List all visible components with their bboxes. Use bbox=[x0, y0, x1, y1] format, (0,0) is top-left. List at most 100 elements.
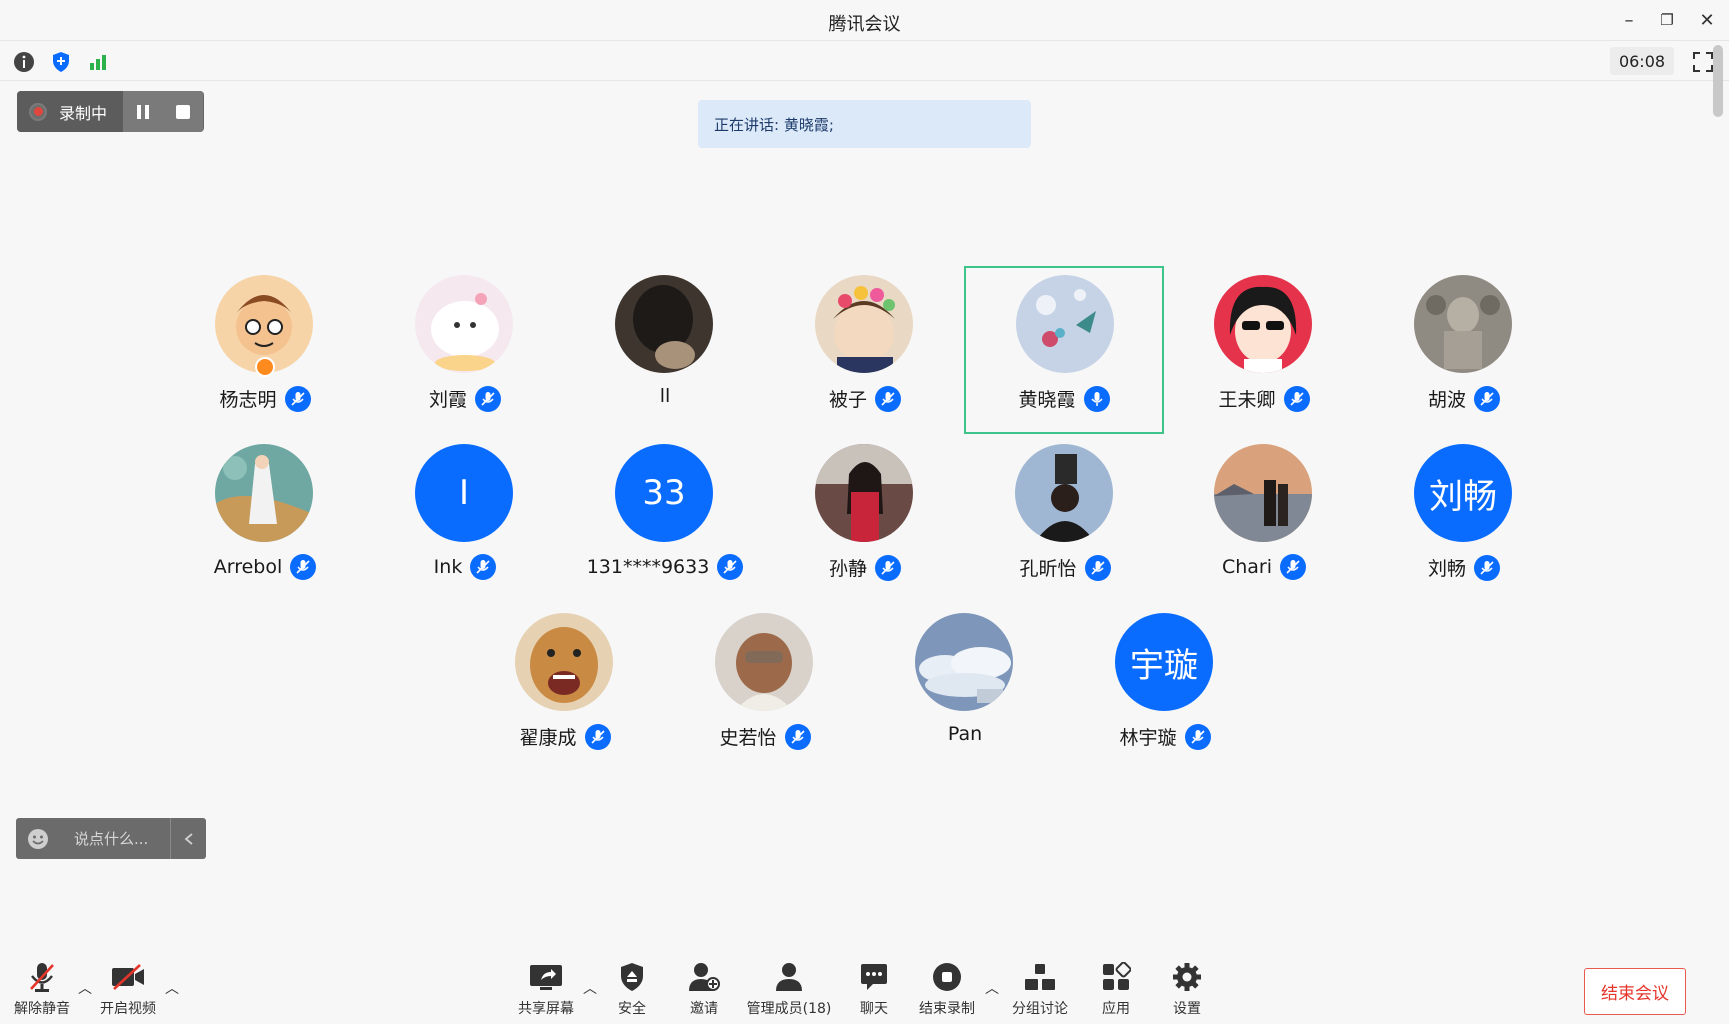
apps-button[interactable]: 应用 bbox=[1096, 960, 1136, 1020]
video-options-button[interactable]: ︿ bbox=[164, 978, 180, 998]
settings-label: 设置 bbox=[1173, 1001, 1201, 1017]
end-recording-button[interactable]: 结束录制 bbox=[916, 960, 978, 1020]
participant-tile[interactable]: 被子 bbox=[765, 267, 965, 435]
avatar bbox=[515, 613, 613, 711]
mic-muted-icon bbox=[784, 723, 811, 750]
camera-off-icon bbox=[112, 964, 144, 990]
participant-tile[interactable]: 胡波 bbox=[1364, 267, 1564, 435]
speaking-text: 正在讲话: 黄晓霞; bbox=[714, 115, 834, 134]
invite-button[interactable]: 邀请 bbox=[684, 960, 724, 1020]
mic-muted-icon bbox=[717, 554, 744, 580]
participant-tile[interactable]: Chari bbox=[1164, 436, 1364, 604]
speaking-banner: 正在讲话: 黄晓霞; bbox=[698, 100, 1031, 148]
participant-name-bar: Ink bbox=[365, 554, 565, 580]
settings-button[interactable]: 设置 bbox=[1167, 960, 1207, 1020]
participant-name-bar: 史若怡 bbox=[665, 723, 865, 750]
participant-tile[interactable]: 33 131****9633 bbox=[565, 436, 765, 604]
participant-tile[interactable]: 翟康成 bbox=[465, 605, 665, 773]
chevron-left-icon bbox=[184, 832, 193, 845]
participant-name: Arrebol bbox=[213, 556, 283, 578]
participant-name-bar: Chari bbox=[1164, 554, 1364, 580]
participant-tile[interactable]: Arrebol bbox=[165, 436, 365, 604]
participant-name-bar: 孙静 bbox=[765, 554, 965, 581]
mic-muted-icon bbox=[1184, 723, 1211, 750]
recording-status: 录制中 bbox=[17, 91, 123, 132]
restore-button[interactable]: ❐ bbox=[1654, 8, 1680, 32]
mic-muted-icon bbox=[284, 385, 311, 412]
participant-tile[interactable]: 史若怡 bbox=[665, 605, 865, 773]
mic-muted-icon bbox=[1283, 385, 1310, 412]
mic-muted-icon bbox=[290, 554, 317, 580]
participant-tile[interactable]: 杨志明 bbox=[165, 267, 365, 435]
host-badge-icon bbox=[255, 357, 275, 377]
recording-dot-icon bbox=[29, 102, 47, 121]
mic-muted-icon bbox=[1474, 385, 1500, 412]
breakout-rooms-label: 分组讨论 bbox=[1012, 1001, 1068, 1017]
participant-name: 林宇璇 bbox=[1119, 727, 1177, 749]
participant-name: 黄晓霞 bbox=[1018, 389, 1076, 411]
participant-tile[interactable]: 孔昕怡 bbox=[965, 436, 1165, 604]
chevron-up-icon: ︿ bbox=[78, 981, 92, 997]
apps-icon bbox=[1103, 962, 1131, 990]
participant-name: 131****9633 bbox=[586, 556, 710, 578]
avatar bbox=[1214, 275, 1312, 373]
chat-input[interactable]: 说点什么... bbox=[60, 828, 170, 849]
participant-tile[interactable]: 刘霞 bbox=[365, 267, 565, 435]
chevron-up-icon: ︿ bbox=[583, 981, 597, 997]
network-status-button[interactable] bbox=[86, 49, 112, 75]
avatar bbox=[915, 613, 1013, 711]
recording-label: 录制中 bbox=[59, 103, 108, 123]
participant-tile[interactable]: 宇璇 林宇璇 bbox=[1065, 605, 1265, 773]
manage-members-label: 管理成员(18) bbox=[746, 1001, 832, 1017]
avatar bbox=[1414, 275, 1512, 373]
emoji-button[interactable] bbox=[16, 818, 60, 859]
close-icon: ✕ bbox=[1699, 9, 1715, 31]
end-recording-label: 结束录制 bbox=[919, 1001, 975, 1017]
collapse-chat-button[interactable] bbox=[170, 818, 206, 859]
meeting-info-button[interactable] bbox=[11, 49, 37, 75]
chevron-up-icon: ︿ bbox=[165, 981, 179, 997]
avatar bbox=[215, 444, 313, 542]
mic-muted-icon bbox=[875, 554, 901, 581]
participant-name-bar: 刘霞 bbox=[365, 385, 565, 412]
avatar bbox=[815, 275, 913, 373]
security-button[interactable]: 安全 bbox=[612, 960, 652, 1020]
recording-options-button[interactable]: ︿ bbox=[984, 978, 1000, 998]
participant-tile[interactable]: I Ink bbox=[365, 436, 565, 604]
recording-control: 录制中 bbox=[17, 91, 204, 132]
pause-recording-button[interactable] bbox=[123, 91, 163, 132]
unmute-button[interactable]: 解除静音 bbox=[10, 960, 74, 1020]
end-meeting-button[interactable]: 结束会议 bbox=[1584, 968, 1686, 1015]
avatar bbox=[715, 613, 813, 711]
participant-tile[interactable]: ll bbox=[565, 267, 765, 435]
chat-button[interactable]: 聊天 bbox=[854, 960, 894, 1020]
security-status-button[interactable] bbox=[48, 49, 74, 75]
participant-tile[interactable]: 刘畅 刘畅 bbox=[1364, 436, 1564, 604]
stop-recording-icon bbox=[933, 963, 961, 991]
avatar bbox=[1214, 444, 1312, 542]
audio-options-button[interactable]: ︿ bbox=[77, 978, 93, 998]
members-icon bbox=[776, 963, 802, 991]
avatar bbox=[1015, 444, 1113, 542]
restore-icon: ❐ bbox=[1660, 11, 1674, 29]
participant-name-bar: 王未卿 bbox=[1164, 385, 1364, 412]
manage-members-button[interactable]: 管理成员(18) bbox=[744, 960, 834, 1020]
minimize-button[interactable]: – bbox=[1616, 8, 1642, 32]
breakout-rooms-button[interactable]: 分组讨论 bbox=[1008, 960, 1072, 1020]
participant-name-bar: 杨志明 bbox=[165, 385, 365, 412]
participant-tile[interactable]: Pan bbox=[865, 605, 1065, 773]
participant-tile-active-speaker[interactable]: 黄晓霞 bbox=[964, 266, 1164, 434]
participant-tile[interactable]: 孙静 bbox=[765, 436, 965, 604]
stop-recording-button[interactable] bbox=[163, 91, 203, 132]
share-screen-button[interactable]: 共享屏幕 bbox=[512, 960, 580, 1020]
participant-tile[interactable]: 王未卿 bbox=[1164, 267, 1364, 435]
mic-muted-icon bbox=[1280, 554, 1307, 580]
scrollbar-thumb[interactable] bbox=[1713, 45, 1723, 117]
mic-active-icon bbox=[1083, 385, 1110, 412]
close-button[interactable]: ✕ bbox=[1694, 8, 1720, 32]
start-video-button[interactable]: 开启视频 bbox=[96, 960, 160, 1020]
info-icon bbox=[14, 52, 34, 72]
chat-input-box[interactable]: 说点什么... bbox=[16, 818, 206, 859]
status-bar: 06:08 bbox=[0, 41, 1729, 81]
share-options-button[interactable]: ︿ bbox=[582, 978, 598, 998]
